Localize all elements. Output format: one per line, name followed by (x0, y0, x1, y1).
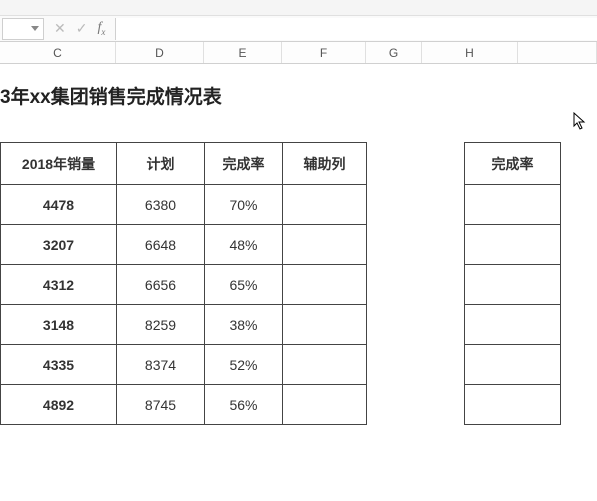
cell[interactable]: 4478 (1, 185, 117, 225)
table-row: 4335837452% (1, 345, 367, 385)
column-header[interactable]: F (282, 42, 366, 63)
name-box[interactable] (2, 18, 44, 40)
column-headers: CDEFGH (0, 42, 597, 64)
cell[interactable] (465, 385, 561, 425)
formula-input[interactable] (115, 18, 597, 40)
header-aux[interactable]: 辅助列 (283, 143, 367, 185)
column-header[interactable]: G (366, 42, 422, 63)
table-header-row: 完成率 (465, 143, 561, 185)
cell[interactable]: 6380 (117, 185, 205, 225)
column-header[interactable]: D (116, 42, 204, 63)
chevron-down-icon[interactable] (31, 26, 39, 31)
cell[interactable]: 6656 (117, 265, 205, 305)
cell[interactable]: 70% (205, 185, 283, 225)
header-rate[interactable]: 完成率 (205, 143, 283, 185)
cell[interactable]: 4892 (1, 385, 117, 425)
header-sales[interactable]: 2018年销量 (1, 143, 117, 185)
cell[interactable] (465, 225, 561, 265)
table-row (465, 185, 561, 225)
column-header[interactable]: H (422, 42, 518, 63)
cell[interactable]: 38% (205, 305, 283, 345)
cell[interactable]: 65% (205, 265, 283, 305)
cursor-icon (573, 112, 589, 137)
sheet-title: 3年xx集团销售完成情况表 (0, 82, 222, 109)
cell[interactable]: 4335 (1, 345, 117, 385)
cell[interactable] (283, 185, 367, 225)
cell[interactable]: 48% (205, 225, 283, 265)
cell[interactable] (465, 185, 561, 225)
table-row: 3148825938% (1, 305, 367, 345)
table-row (465, 225, 561, 265)
column-header[interactable] (518, 42, 597, 63)
table-row: 3207664848% (1, 225, 367, 265)
formula-bar: ✕ ✓ fx (0, 16, 597, 42)
cell[interactable]: 4312 (1, 265, 117, 305)
column-header[interactable]: C (0, 42, 116, 63)
cell[interactable]: 3207 (1, 225, 117, 265)
cell[interactable]: 8374 (117, 345, 205, 385)
cell[interactable] (465, 305, 561, 345)
cell[interactable] (465, 265, 561, 305)
formula-bar-icons: ✕ ✓ fx (44, 20, 115, 37)
side-table: 完成率 (464, 142, 561, 425)
cell[interactable]: 56% (205, 385, 283, 425)
table-row: 4478638070% (1, 185, 367, 225)
table-header-row: 2018年销量 计划 完成率 辅助列 (1, 143, 367, 185)
table-row (465, 265, 561, 305)
side-header-rate[interactable]: 完成率 (465, 143, 561, 185)
cell[interactable] (283, 225, 367, 265)
cancel-icon[interactable]: ✕ (54, 20, 66, 37)
cell[interactable] (283, 265, 367, 305)
cell[interactable] (283, 385, 367, 425)
cell[interactable] (283, 345, 367, 385)
main-table: 2018年销量 计划 完成率 辅助列 4478638070%3207664848… (0, 142, 367, 425)
ribbon-fragment (0, 0, 597, 16)
cell[interactable]: 52% (205, 345, 283, 385)
cell[interactable] (465, 345, 561, 385)
confirm-icon[interactable]: ✓ (76, 20, 88, 37)
cell[interactable]: 8259 (117, 305, 205, 345)
cell[interactable]: 6648 (117, 225, 205, 265)
table-row (465, 385, 561, 425)
column-header[interactable]: E (204, 42, 282, 63)
table-row: 4892874556% (1, 385, 367, 425)
header-plan[interactable]: 计划 (117, 143, 205, 185)
fx-icon[interactable]: fx (97, 20, 105, 37)
table-row: 4312665665% (1, 265, 367, 305)
cell[interactable]: 8745 (117, 385, 205, 425)
cell[interactable]: 3148 (1, 305, 117, 345)
worksheet-area[interactable]: 3年xx集团销售完成情况表 2018年销量 计划 完成率 辅助列 4478638… (0, 64, 597, 501)
table-row (465, 345, 561, 385)
cell[interactable] (283, 305, 367, 345)
table-row (465, 305, 561, 345)
